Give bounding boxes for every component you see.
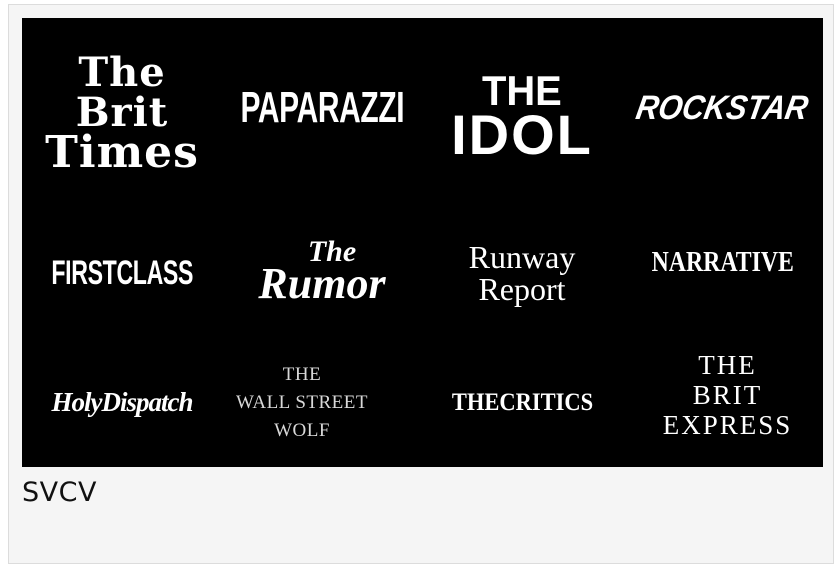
logo-the-brit-express: THE BRIT EXPRESS (662, 350, 793, 440)
logo-the-idol: THE IDOL (451, 67, 593, 166)
logo-collage-image[interactable]: The Brit Times PAPARAZZI THE IDOL ROCKST… (22, 18, 823, 467)
logo-paparazzi: PAPARAZZI (240, 83, 404, 132)
logo-the-rumor: The Rumor (258, 235, 386, 308)
logo-narrative: NARRATIVE (651, 247, 794, 278)
caption-text: SVCV (22, 477, 97, 508)
logo-runway-report: Runway Report (468, 239, 576, 307)
logo-holydispatch: HolyDispatch (51, 387, 194, 417)
logo-firstclass: FIRSTCLASS (51, 253, 193, 292)
logo-thecritics: THECRITICS (451, 388, 593, 416)
logo-rockstar: ROCKSTAR (633, 88, 812, 127)
post-card: The Brit Times PAPARAZZI THE IDOL ROCKST… (8, 4, 834, 564)
logo-the-brit-times: The Brit Times (45, 49, 199, 178)
logo-the-wall-street-wolf: THE WALL STREET WOLF (236, 363, 368, 441)
